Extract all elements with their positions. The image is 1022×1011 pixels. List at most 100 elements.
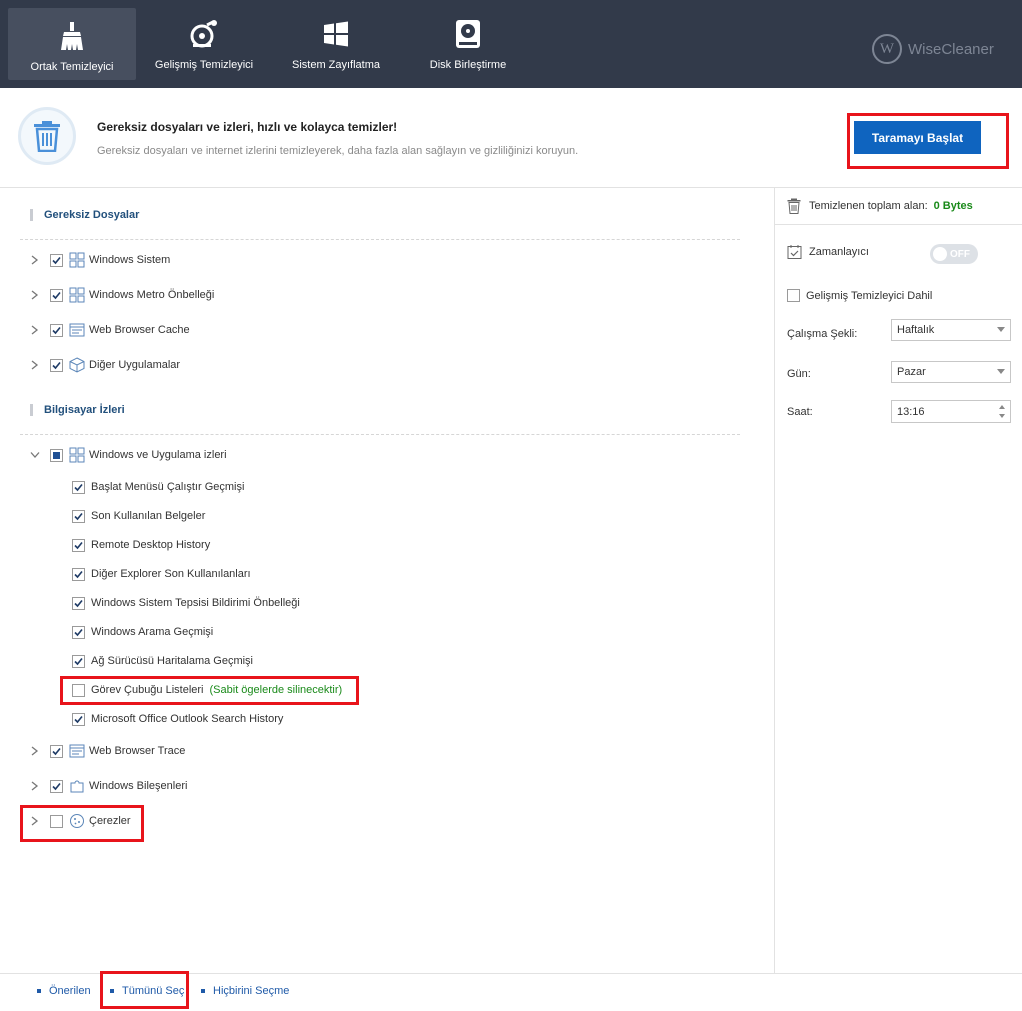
day-label: Gün: [787, 368, 811, 380]
divider [775, 224, 1022, 225]
recommended-link[interactable]: Önerilen [37, 985, 91, 997]
total-label: Temizlenen toplam alan: [809, 200, 928, 212]
right-panel: Temizlenen toplam alan: 0 Bytes Zamanlay… [774, 188, 1022, 973]
checkbox-unchecked[interactable] [787, 289, 800, 302]
subitem-label: Başlat Menüsü Çalıştır Geçmişi [91, 481, 245, 493]
chevron-right-icon[interactable] [28, 358, 42, 372]
select-all-link[interactable]: Tümünü Seç [110, 985, 184, 997]
tree-item-browser-trace[interactable]: Web Browser Trace [28, 742, 185, 760]
scheduler-row: Zamanlayıcı [787, 244, 869, 260]
tab-disk-defrag[interactable]: Disk Birleştirme [404, 0, 532, 88]
checkbox-unchecked[interactable] [72, 683, 85, 697]
subitem-outlook-search-history[interactable]: Microsoft Office Outlook Search History [72, 710, 283, 728]
checkbox-checked[interactable] [72, 625, 85, 639]
tree-item-browser-cache[interactable]: Web Browser Cache [28, 321, 190, 339]
broom-icon [56, 20, 88, 52]
day-select[interactable]: Pazar [891, 361, 1011, 383]
subitem-network-drive-history[interactable]: Ağ Sürücüsü Haritalama Geçmişi [72, 652, 253, 670]
tree-item-windows-components[interactable]: Windows Bileşenleri [28, 777, 187, 795]
brand-logo-mark: W [872, 34, 902, 64]
bullet-icon [110, 989, 114, 993]
top-navigation: Ortak Temizleyici Gelişmiş Temizleyici S… [0, 0, 1022, 88]
tree-item-windows-app-traces[interactable]: Windows ve Uygulama izleri [28, 446, 227, 464]
subitem-explorer-recent[interactable]: Diğer Explorer Son Kullanılanları [72, 565, 251, 583]
tree-item-windows-system[interactable]: Windows Sistem [28, 251, 170, 269]
tab-label: Sistem Zayıflatma [291, 59, 381, 71]
tree-item-metro-cache[interactable]: Windows Metro Önbelleği [28, 286, 214, 304]
chevron-right-icon[interactable] [28, 779, 42, 793]
toggle-knob [933, 247, 947, 261]
checkbox-checked[interactable] [50, 253, 63, 267]
include-advanced-row[interactable]: Gelişmiş Temizleyici Dahil [787, 289, 932, 302]
toggle-label: OFF [950, 248, 970, 260]
tree-item-label: Diğer Uygulamalar [89, 359, 181, 371]
tab-common-cleaner[interactable]: Ortak Temizleyici [8, 8, 136, 80]
scheduler-label: Zamanlayıcı [809, 246, 869, 258]
wisecleaner-logo: W WiseCleaner [872, 34, 994, 64]
chevron-right-icon[interactable] [28, 323, 42, 337]
run-mode-select[interactable]: Haftalık [891, 319, 1011, 341]
start-scan-button[interactable]: Taramayı Başlat [854, 121, 981, 154]
tree-item-label: Windows Metro Önbelleği [89, 289, 215, 301]
subitem-windows-search-history[interactable]: Windows Arama Geçmişi [72, 623, 213, 641]
checkbox-checked[interactable] [72, 480, 85, 494]
divider [20, 239, 740, 240]
tree-item-label: Windows Sistem [89, 254, 171, 266]
subitem-start-menu-run-history[interactable]: Başlat Menüsü Çalıştır Geçmişi [72, 478, 244, 496]
brand-name: WiseCleaner [908, 40, 994, 58]
chevron-right-icon[interactable] [28, 744, 42, 758]
tab-system-tuneup[interactable]: Sistem Zayıflatma [272, 0, 400, 88]
dropdown-arrow-icon [997, 327, 1005, 332]
checkbox-partial[interactable] [50, 448, 63, 462]
checkbox-checked[interactable] [72, 538, 85, 552]
checkbox-checked[interactable] [72, 712, 85, 726]
checkbox-checked[interactable] [50, 323, 63, 337]
checkbox-unchecked[interactable] [50, 814, 63, 828]
run-mode-label: Çalışma Şekli: [787, 328, 858, 340]
subitem-label: Windows Arama Geçmişi [91, 626, 214, 638]
chevron-right-icon[interactable] [28, 814, 42, 828]
checkbox-checked[interactable] [72, 654, 85, 668]
subitem-taskbar-jumplists[interactable]: Görev Çubuğu Listeleri (Sabit ögelerde s… [72, 681, 342, 699]
checkbox-checked[interactable] [50, 744, 63, 758]
checkbox-checked[interactable] [72, 567, 85, 581]
time-label: Saat: [787, 406, 813, 418]
tree-item-label: Web Browser Trace [89, 745, 186, 757]
checkbox-checked[interactable] [72, 596, 85, 610]
spin-down-icon[interactable] [999, 414, 1005, 418]
windows-tiles-icon [69, 447, 85, 463]
windows-icon [320, 18, 352, 50]
subitem-label: Ağ Sürücüsü Haritalama Geçmişi [91, 655, 254, 667]
subitem-label: Görev Çubuğu Listeleri [91, 684, 204, 696]
subitem-recent-documents[interactable]: Son Kullanılan Belgeler [72, 507, 205, 525]
chevron-right-icon[interactable] [28, 288, 42, 302]
tree-item-label: Çerezler [89, 815, 131, 827]
checkbox-checked[interactable] [72, 509, 85, 523]
vacuum-icon [188, 18, 220, 50]
spin-up-icon[interactable] [999, 405, 1005, 409]
scheduler-toggle[interactable]: OFF [930, 244, 978, 264]
time-value: 13:16 [897, 405, 925, 418]
subitem-tray-notification-cache[interactable]: Windows Sistem Tepsisi Bildirimi Önbelle… [72, 594, 300, 612]
tab-label: Disk Birleştirme [429, 59, 507, 71]
total-cleaned: Temizlenen toplam alan: 0 Bytes [787, 198, 973, 214]
time-spinner[interactable]: 13:16 [891, 400, 1011, 423]
chevron-down-icon[interactable] [28, 448, 42, 462]
checkbox-checked[interactable] [50, 358, 63, 372]
tree-item-other-apps[interactable]: Diğer Uygulamalar [28, 356, 180, 374]
tree-item-cookies[interactable]: Çerezler [28, 812, 131, 830]
tree-item-label: Windows Bileşenleri [89, 780, 188, 792]
checkbox-checked[interactable] [50, 288, 63, 302]
recommended-label: Önerilen [49, 985, 91, 997]
subitem-remote-desktop-history[interactable]: Remote Desktop History [72, 536, 210, 554]
cleaner-tree: Gereksiz Dosyalar Windows Sistem Windows… [0, 188, 774, 973]
run-mode-value: Haftalık [897, 324, 935, 336]
checkbox-checked[interactable] [50, 779, 63, 793]
total-value: 0 Bytes [933, 200, 973, 212]
section-computer-traces: Bilgisayar İzleri [30, 404, 125, 416]
tab-advanced-cleaner[interactable]: Gelişmiş Temizleyici [140, 0, 268, 88]
subitem-label: Remote Desktop History [91, 539, 211, 551]
chevron-right-icon[interactable] [28, 253, 42, 267]
select-none-link[interactable]: Hiçbirini Seçme [201, 985, 289, 997]
subitem-label: Son Kullanılan Belgeler [91, 510, 206, 522]
